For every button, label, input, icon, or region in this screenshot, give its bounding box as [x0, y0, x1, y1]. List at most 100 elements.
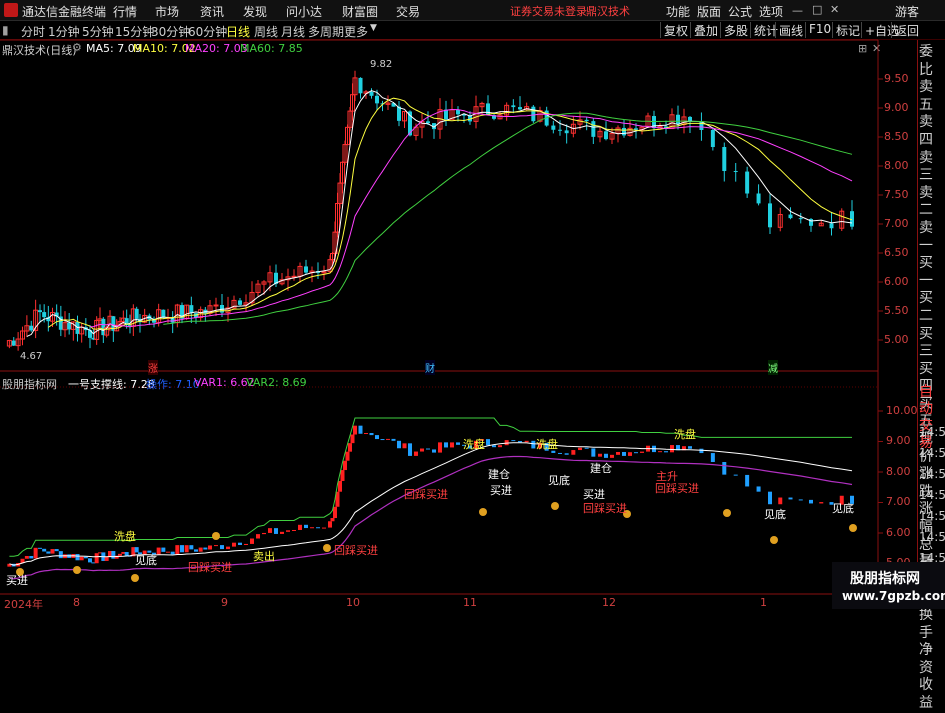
ind-bar — [244, 543, 248, 545]
ind-bar — [184, 545, 189, 553]
ind-bar — [628, 452, 632, 456]
ind-bar — [391, 438, 396, 441]
ind-bar — [322, 527, 326, 529]
ind-bar — [156, 547, 161, 555]
signal-jiandi: 见底 — [764, 508, 786, 521]
ind-bar — [345, 451, 350, 461]
signal-huicai: 回踩买进 — [404, 488, 448, 501]
ind-bar — [298, 524, 302, 530]
high-price-mark: 9.82 — [370, 59, 393, 70]
ind-bar — [578, 447, 582, 451]
ind-bar — [531, 440, 536, 449]
ind-bar — [616, 451, 620, 455]
money-bag-icon — [323, 544, 331, 552]
ind-bar — [402, 443, 407, 449]
ind-tick: 7.00 — [886, 495, 911, 508]
ind-bar — [380, 439, 385, 441]
money-bag-icon — [723, 509, 731, 517]
ind-bar — [343, 460, 347, 471]
signal-huicai: 回踩买进 — [583, 502, 627, 515]
signal-maichu: 卖出 — [253, 550, 275, 563]
ind-bar — [408, 443, 412, 456]
candle-body — [722, 147, 727, 172]
ind-bar — [809, 499, 813, 504]
candle-body — [604, 131, 608, 140]
candle-body — [375, 95, 379, 104]
ind-bar — [348, 443, 352, 452]
ind-bar — [46, 551, 51, 554]
quote-label: 卖二 — [919, 184, 933, 219]
candle-body — [511, 105, 516, 108]
ind-bar — [54, 549, 59, 552]
candle-body — [456, 109, 460, 115]
watermark: 股朋指标网 www.7gpzb.com — [832, 562, 945, 609]
candle-body — [745, 171, 750, 194]
ind-bar — [664, 451, 668, 453]
candle-body — [558, 129, 562, 131]
auto-trade-label[interactable]: 自动 — [919, 384, 945, 418]
candle-body — [486, 103, 490, 116]
candle-body — [622, 127, 626, 136]
ind-bar — [203, 547, 208, 550]
signal-xipan: 洗盘 — [674, 428, 696, 441]
ind-tick: 8.00 — [886, 465, 911, 478]
ind-bar — [88, 558, 92, 563]
ind-bar — [340, 470, 345, 481]
ind-bar — [330, 518, 335, 522]
ind-bar — [328, 521, 332, 528]
signal-xipan: 洗盘 — [114, 530, 136, 543]
tick-times: 14:5614:5614:5614:5614:5614:5614:56 — [919, 422, 945, 569]
ind-bar — [640, 451, 644, 453]
candle-body — [564, 130, 569, 134]
price-tick: 6.00 — [884, 275, 909, 288]
kline-chart[interactable] — [0, 0, 945, 609]
signal-maijin: 买进 — [490, 484, 512, 497]
support-line — [9, 442, 853, 566]
tick-time: 14:56 — [919, 425, 945, 439]
event-mark-reduce[interactable]: 减 — [768, 360, 778, 375]
ind-bar — [768, 491, 772, 505]
money-bag-icon — [479, 508, 487, 516]
ind-bar — [232, 542, 236, 547]
ind-bar — [304, 524, 308, 529]
price-tick: 9.00 — [884, 101, 909, 114]
candle-body — [426, 121, 430, 124]
quote-label: 买一 — [919, 255, 933, 289]
candle-body — [756, 193, 761, 204]
ind-bar — [432, 449, 436, 453]
date-tick: 9 — [221, 596, 228, 609]
ind-bar — [194, 549, 198, 552]
watermark-name: 股朋指标网 — [850, 571, 920, 587]
quote-label: 卖三 — [919, 149, 933, 184]
ind-bar — [450, 442, 454, 448]
ind-bar — [420, 448, 424, 452]
signal-zhusheng: 主升 — [656, 470, 678, 483]
tick-time: 14:56 — [919, 446, 945, 460]
date-tick: 10 — [346, 596, 360, 609]
ind-bar — [29, 555, 34, 559]
ind-bar — [189, 545, 194, 550]
tick-time: 14:56 — [919, 530, 945, 544]
ind-bar — [571, 450, 576, 455]
ind-bar — [292, 529, 296, 531]
ind-bar — [83, 556, 88, 559]
event-mark-fin[interactable]: 财 — [425, 360, 435, 375]
event-mark-up[interactable]: 涨 — [148, 360, 158, 375]
signal-xipan: 洗盘 — [536, 438, 558, 451]
ind-bar — [564, 453, 569, 455]
ind-bar — [414, 451, 418, 456]
ind-bar — [778, 497, 783, 505]
ind-bar — [256, 534, 260, 539]
date-tick: 1 — [760, 596, 767, 609]
ind-bar — [438, 442, 442, 453]
ind-bar — [214, 545, 218, 547]
ind-bar — [670, 445, 674, 453]
ind-bar — [268, 528, 272, 533]
price-tick: 6.50 — [884, 246, 909, 259]
money-bag-icon — [73, 566, 81, 574]
ind-tick: 9.00 — [886, 434, 911, 447]
candle-body — [42, 312, 47, 318]
price-tick: 5.00 — [884, 333, 909, 346]
ind-bar — [756, 486, 761, 492]
ind-bar — [58, 551, 63, 559]
